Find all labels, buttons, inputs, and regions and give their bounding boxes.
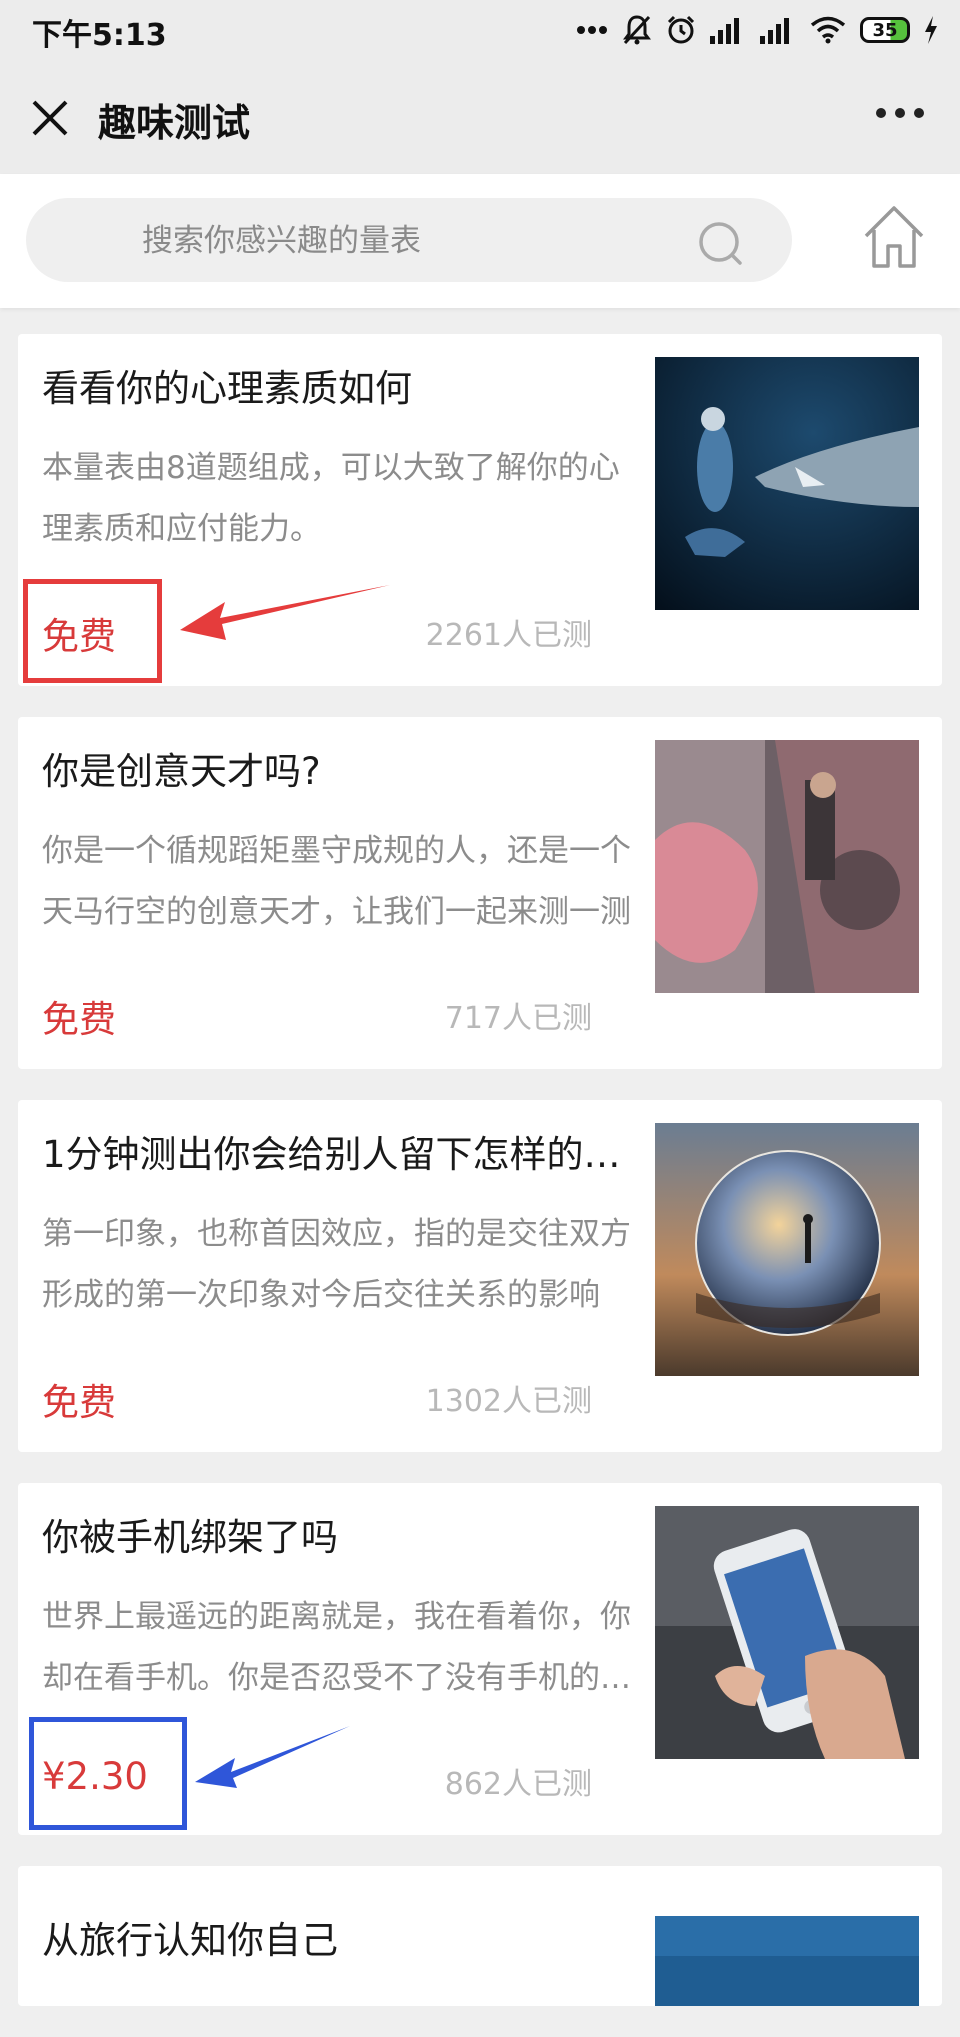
- more-dots-icon: [576, 25, 608, 35]
- test-count: 1302人已测: [425, 1384, 592, 1419]
- test-count: 717人已测: [444, 1001, 592, 1036]
- card-title: 从旅行认知你自己: [42, 1919, 338, 1962]
- search-input[interactable]: [140, 198, 644, 284]
- card-description: 第一印象，也称首因效应，指的是交往双方形成的第一次印象对今后交往关系的影响: [42, 1216, 631, 1313]
- status-time: 下午5:13: [32, 18, 167, 53]
- list-item[interactable]: 从旅行认知你自己: [18, 1866, 942, 2006]
- test-count: 2261人已测: [425, 618, 592, 653]
- thumbnail-image: [655, 1506, 919, 1759]
- thumbnail-image: [655, 1916, 919, 2006]
- status-bar: 下午5:13 35: [0, 0, 960, 62]
- card-title: 你被手机绑架了吗: [42, 1516, 338, 1559]
- card-description: 你是一个循规蹈矩墨守成规的人，还是一个天马行空的创意天才，让我们一起来测一测: [42, 833, 631, 930]
- page-title: 趣味测试: [98, 101, 251, 145]
- annotation-arrow-red: [180, 585, 390, 640]
- nav-bar: 趣味测试: [0, 62, 960, 174]
- close-icon[interactable]: [30, 98, 70, 138]
- search-icon[interactable]: [696, 218, 746, 268]
- test-count: 862人已测: [444, 1767, 592, 1802]
- annotation-box-red: [23, 579, 162, 683]
- list-item[interactable]: 你是创意天才吗? 你是一个循规蹈矩墨守成规的人，还是一个天马行空的创意天才，让我…: [18, 717, 942, 1069]
- search-box[interactable]: [26, 198, 792, 284]
- more-icon[interactable]: [876, 108, 924, 118]
- card-title: 你是创意天才吗?: [42, 750, 321, 793]
- charging-icon: [924, 16, 938, 44]
- card-title: 看看你的心理素质如何: [42, 367, 412, 410]
- card-title: 1分钟测出你会给别人留下怎样的印象: [42, 1133, 642, 1176]
- card-description: 本量表由8道题组成，可以大致了解你的心理素质和应付能力。: [42, 450, 620, 547]
- annotation-arrow-blue: [195, 1726, 350, 1788]
- mute-bell-icon: [622, 14, 652, 46]
- alarm-icon: [666, 15, 696, 45]
- home-icon[interactable]: [862, 204, 926, 270]
- thumbnail-image: [655, 1123, 919, 1376]
- thumbnail-image: [655, 740, 919, 993]
- card-description: 世界上最遥远的距离就是，我在看着你，你却在看手机。你是否忍受不了没有手机的生活: [42, 1599, 631, 1696]
- price-label: 免费: [42, 1381, 116, 1424]
- battery-icon: 35: [860, 17, 910, 43]
- wifi-icon: [810, 16, 846, 44]
- search-bar: [0, 174, 960, 308]
- annotation-box-blue: [29, 1717, 187, 1830]
- thumbnail-image: [655, 357, 919, 610]
- list-item[interactable]: 1分钟测出你会给别人留下怎样的印象 第一印象，也称首因效应，指的是交往双方形成的…: [18, 1100, 942, 1452]
- signal-icon: [710, 16, 746, 44]
- signal-icon-2: [760, 16, 796, 44]
- status-icons: 35: [576, 10, 938, 50]
- price-label: 免费: [42, 998, 116, 1041]
